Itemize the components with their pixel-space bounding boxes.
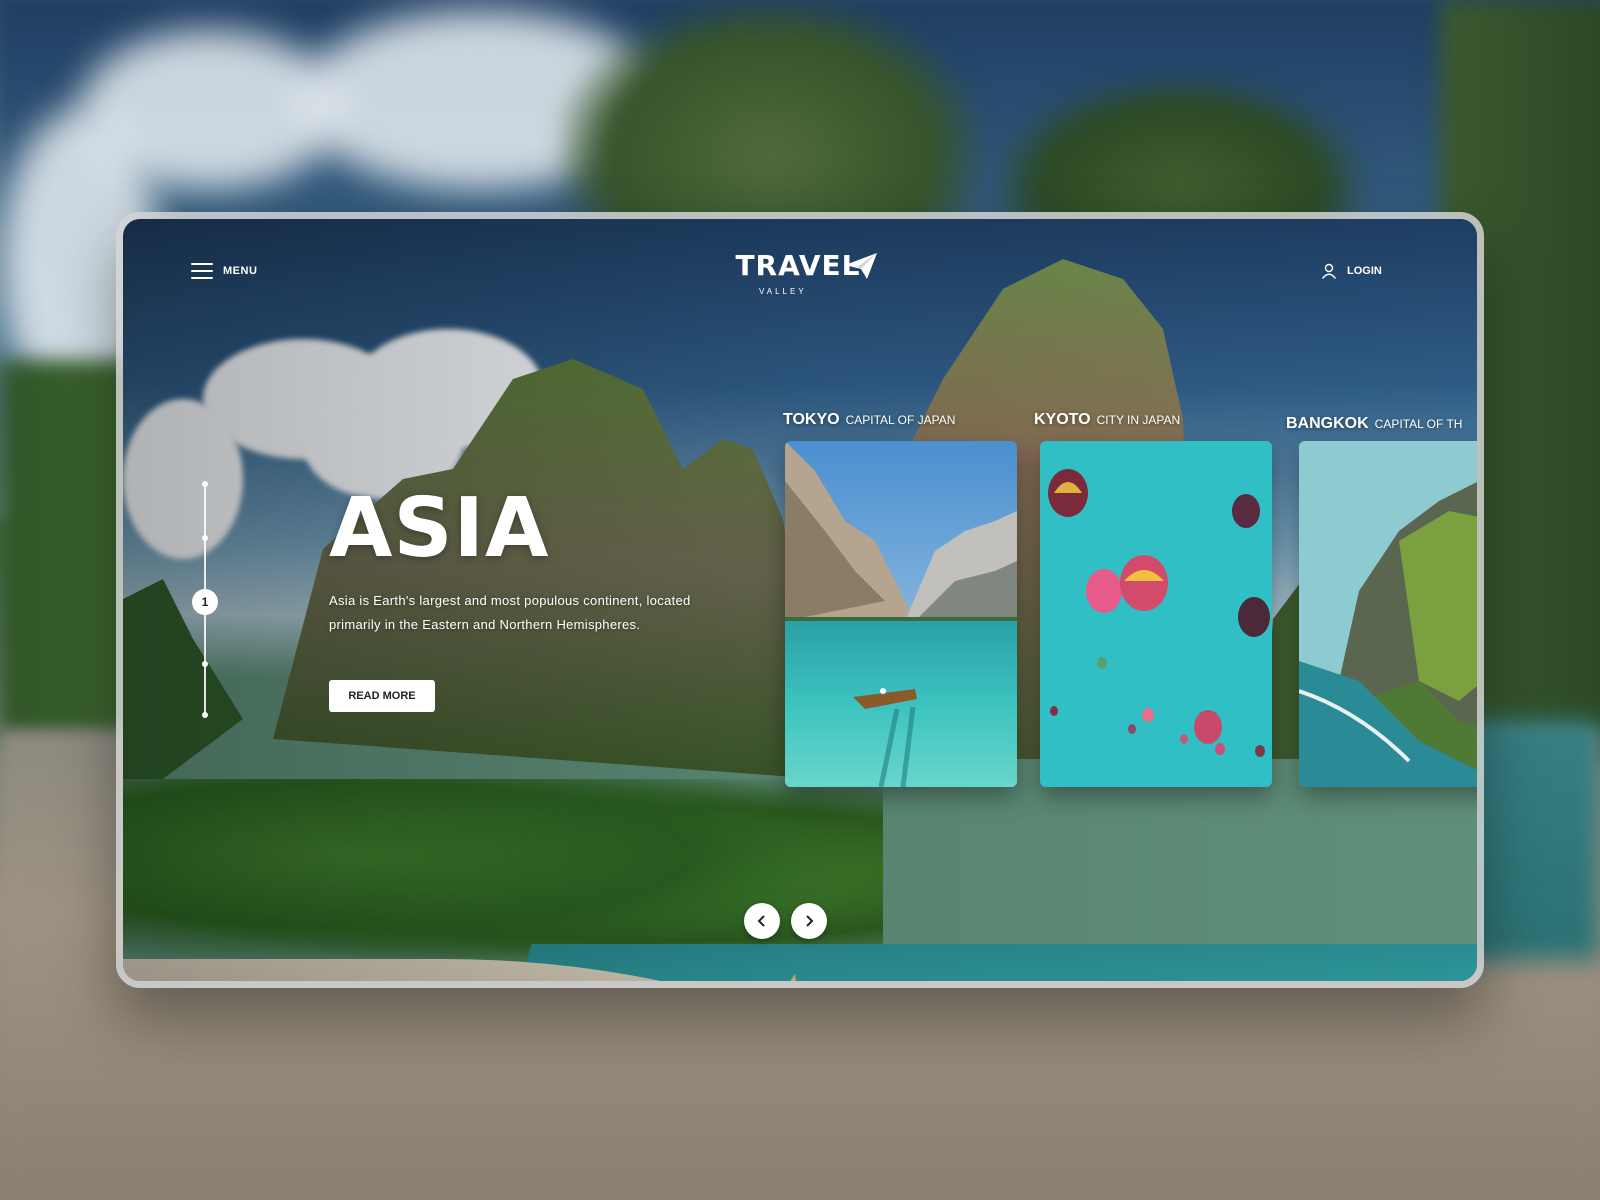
lake-mountains-image [785,441,1017,787]
login-label: LOGIN [1347,265,1382,277]
card-title-bangkok: BANGKOK CAPITAL OF TH [1286,415,1462,433]
user-icon [1321,263,1337,279]
prev-slide-button[interactable] [744,903,780,939]
card-city: BANGKOK [1286,415,1369,432]
logo-main-text: TRAVEL [735,249,861,282]
chevron-right-icon [806,915,814,927]
hero-title: ASIA [329,481,550,576]
pager-active-indicator[interactable]: 1 [192,589,218,615]
card-city: TOKYO [783,411,840,428]
card-subtitle: CAPITAL OF TH [1374,417,1463,431]
pager-dot[interactable] [202,535,208,541]
pager-dot[interactable] [202,712,208,718]
paper-plane-icon [845,253,877,279]
pager-dot[interactable] [202,661,208,667]
login-button[interactable]: LOGIN [1321,263,1382,279]
coastal-cliff-image [1299,441,1477,787]
menu-button[interactable]: MENU [191,263,257,279]
logo-sub-text: VALLEY [759,287,807,296]
destination-card-bangkok[interactable] [1299,441,1477,787]
card-subtitle: CITY IN JAPAN [1096,413,1181,427]
browser-window: MENU TRAVEL VALLEY LOGIN 1 ASIA Asia is … [116,212,1484,988]
card-title-tokyo: TOKYO CAPITAL OF JAPAN [783,411,955,429]
chevron-left-icon [757,915,765,927]
destination-card-kyoto[interactable] [1040,441,1272,787]
read-more-button[interactable]: READ MORE [329,680,435,712]
menu-label: MENU [223,265,258,277]
hamburger-icon [191,263,213,279]
card-city: KYOTO [1034,411,1091,428]
destination-card-tokyo[interactable] [785,441,1017,787]
hot-air-balloons-image [1040,441,1272,787]
travel-valley-logo[interactable]: TRAVEL VALLEY [723,249,877,299]
next-slide-button[interactable] [791,903,827,939]
card-title-kyoto: KYOTO CITY IN JAPAN [1034,411,1180,429]
card-subtitle: CAPITAL OF JAPAN [845,413,956,427]
pager-dot[interactable] [202,481,208,487]
hero-description: Asia is Earth's largest and most populou… [329,593,691,632]
